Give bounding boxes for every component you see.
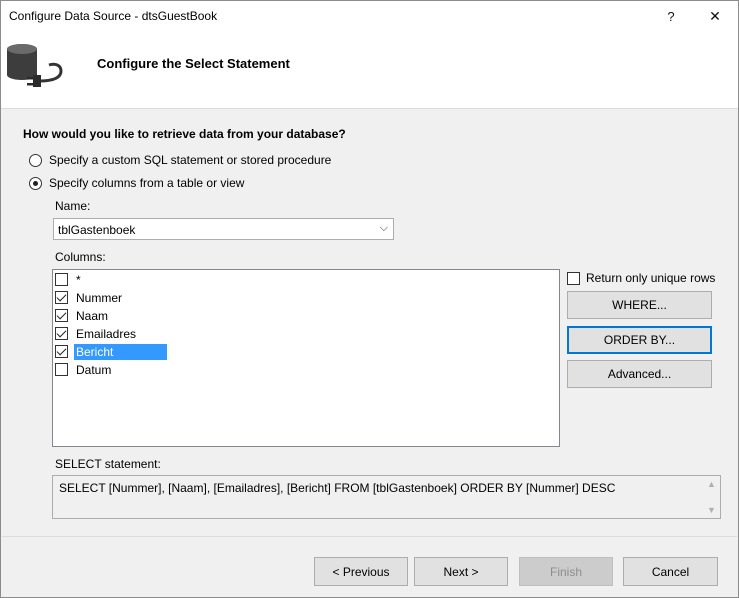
- select-statement-label: SELECT statement:: [55, 457, 161, 471]
- name-label: Name:: [55, 199, 91, 213]
- finish-button: Finish: [519, 557, 613, 586]
- column-label: Naam: [76, 308, 109, 323]
- previous-button[interactable]: < Previous: [314, 557, 408, 586]
- table-view-option[interactable]: Specify columns from a table or view: [29, 176, 244, 190]
- retrieve-question: How would you like to retrieve data from…: [23, 127, 346, 141]
- scroll-up-icon[interactable]: ▲: [707, 479, 716, 489]
- where-button[interactable]: WHERE...: [567, 291, 712, 319]
- select-statement-text: SELECT [Nummer], [Naam], [Emailadres], […: [59, 481, 616, 495]
- column-checkbox[interactable]: [55, 291, 68, 304]
- table-name-select[interactable]: tblGastenboek ⌵: [53, 218, 394, 240]
- custom-sql-radio[interactable]: [29, 153, 42, 167]
- column-checkbox[interactable]: [55, 363, 68, 376]
- select-statement-box[interactable]: SELECT [Nummer], [Naam], [Emailadres], […: [52, 475, 721, 519]
- unique-rows-option[interactable]: Return only unique rows: [567, 271, 715, 285]
- table-view-radio[interactable]: [29, 176, 42, 190]
- window-title: Configure Data Source - dtsGuestBook: [9, 9, 218, 23]
- column-label: Emailadres: [76, 326, 137, 341]
- column-checkbox[interactable]: [55, 345, 68, 358]
- page-title: Configure the Select Statement: [97, 56, 290, 71]
- column-checkbox[interactable]: [55, 327, 68, 340]
- column-checkbox[interactable]: [55, 309, 68, 322]
- columns-list[interactable]: * Nummer Naam Emailadres Bericht Datum: [52, 269, 560, 447]
- table-name-value: tblGastenboek: [58, 223, 136, 237]
- next-button[interactable]: Next >: [414, 557, 508, 586]
- scroll-down-icon[interactable]: ▼: [707, 505, 716, 515]
- dialog-window: Configure Data Source - dtsGuestBook ? ✕…: [0, 0, 739, 598]
- chevron-down-icon[interactable]: ⌵: [380, 222, 388, 235]
- unique-rows-label: Return only unique rows: [586, 271, 716, 285]
- table-view-label: Specify columns from a table or view: [49, 176, 245, 190]
- custom-sql-label: Specify a custom SQL statement or stored…: [49, 153, 332, 167]
- columns-label: Columns:: [55, 250, 106, 264]
- column-label: Bericht: [74, 343, 167, 360]
- wizard-header: Configure the Select Statement: [1, 31, 738, 109]
- list-item[interactable]: Naam: [55, 307, 110, 324]
- order-by-button[interactable]: ORDER BY...: [567, 326, 712, 354]
- column-checkbox[interactable]: [55, 273, 68, 286]
- list-item[interactable]: *: [55, 271, 83, 288]
- column-label: Datum: [76, 362, 112, 377]
- title-bar: Configure Data Source - dtsGuestBook ? ✕: [1, 1, 738, 31]
- sql-scrollbar[interactable]: ▲ ▼: [703, 476, 720, 518]
- list-item-selected[interactable]: Bericht: [55, 343, 167, 360]
- column-label: Nummer: [76, 290, 123, 305]
- cancel-button[interactable]: Cancel: [623, 557, 718, 586]
- list-item[interactable]: Emailadres: [55, 325, 138, 342]
- database-plug-icon: [7, 44, 63, 87]
- custom-sql-option[interactable]: Specify a custom SQL statement or stored…: [29, 153, 331, 167]
- footer-divider: [2, 536, 737, 537]
- list-item[interactable]: Nummer: [55, 289, 124, 306]
- unique-rows-checkbox[interactable]: [567, 271, 580, 285]
- advanced-button[interactable]: Advanced...: [567, 360, 712, 388]
- help-button[interactable]: ?: [649, 1, 693, 31]
- column-label: *: [76, 272, 81, 287]
- list-item[interactable]: Datum: [55, 361, 113, 378]
- close-button[interactable]: ✕: [693, 1, 737, 31]
